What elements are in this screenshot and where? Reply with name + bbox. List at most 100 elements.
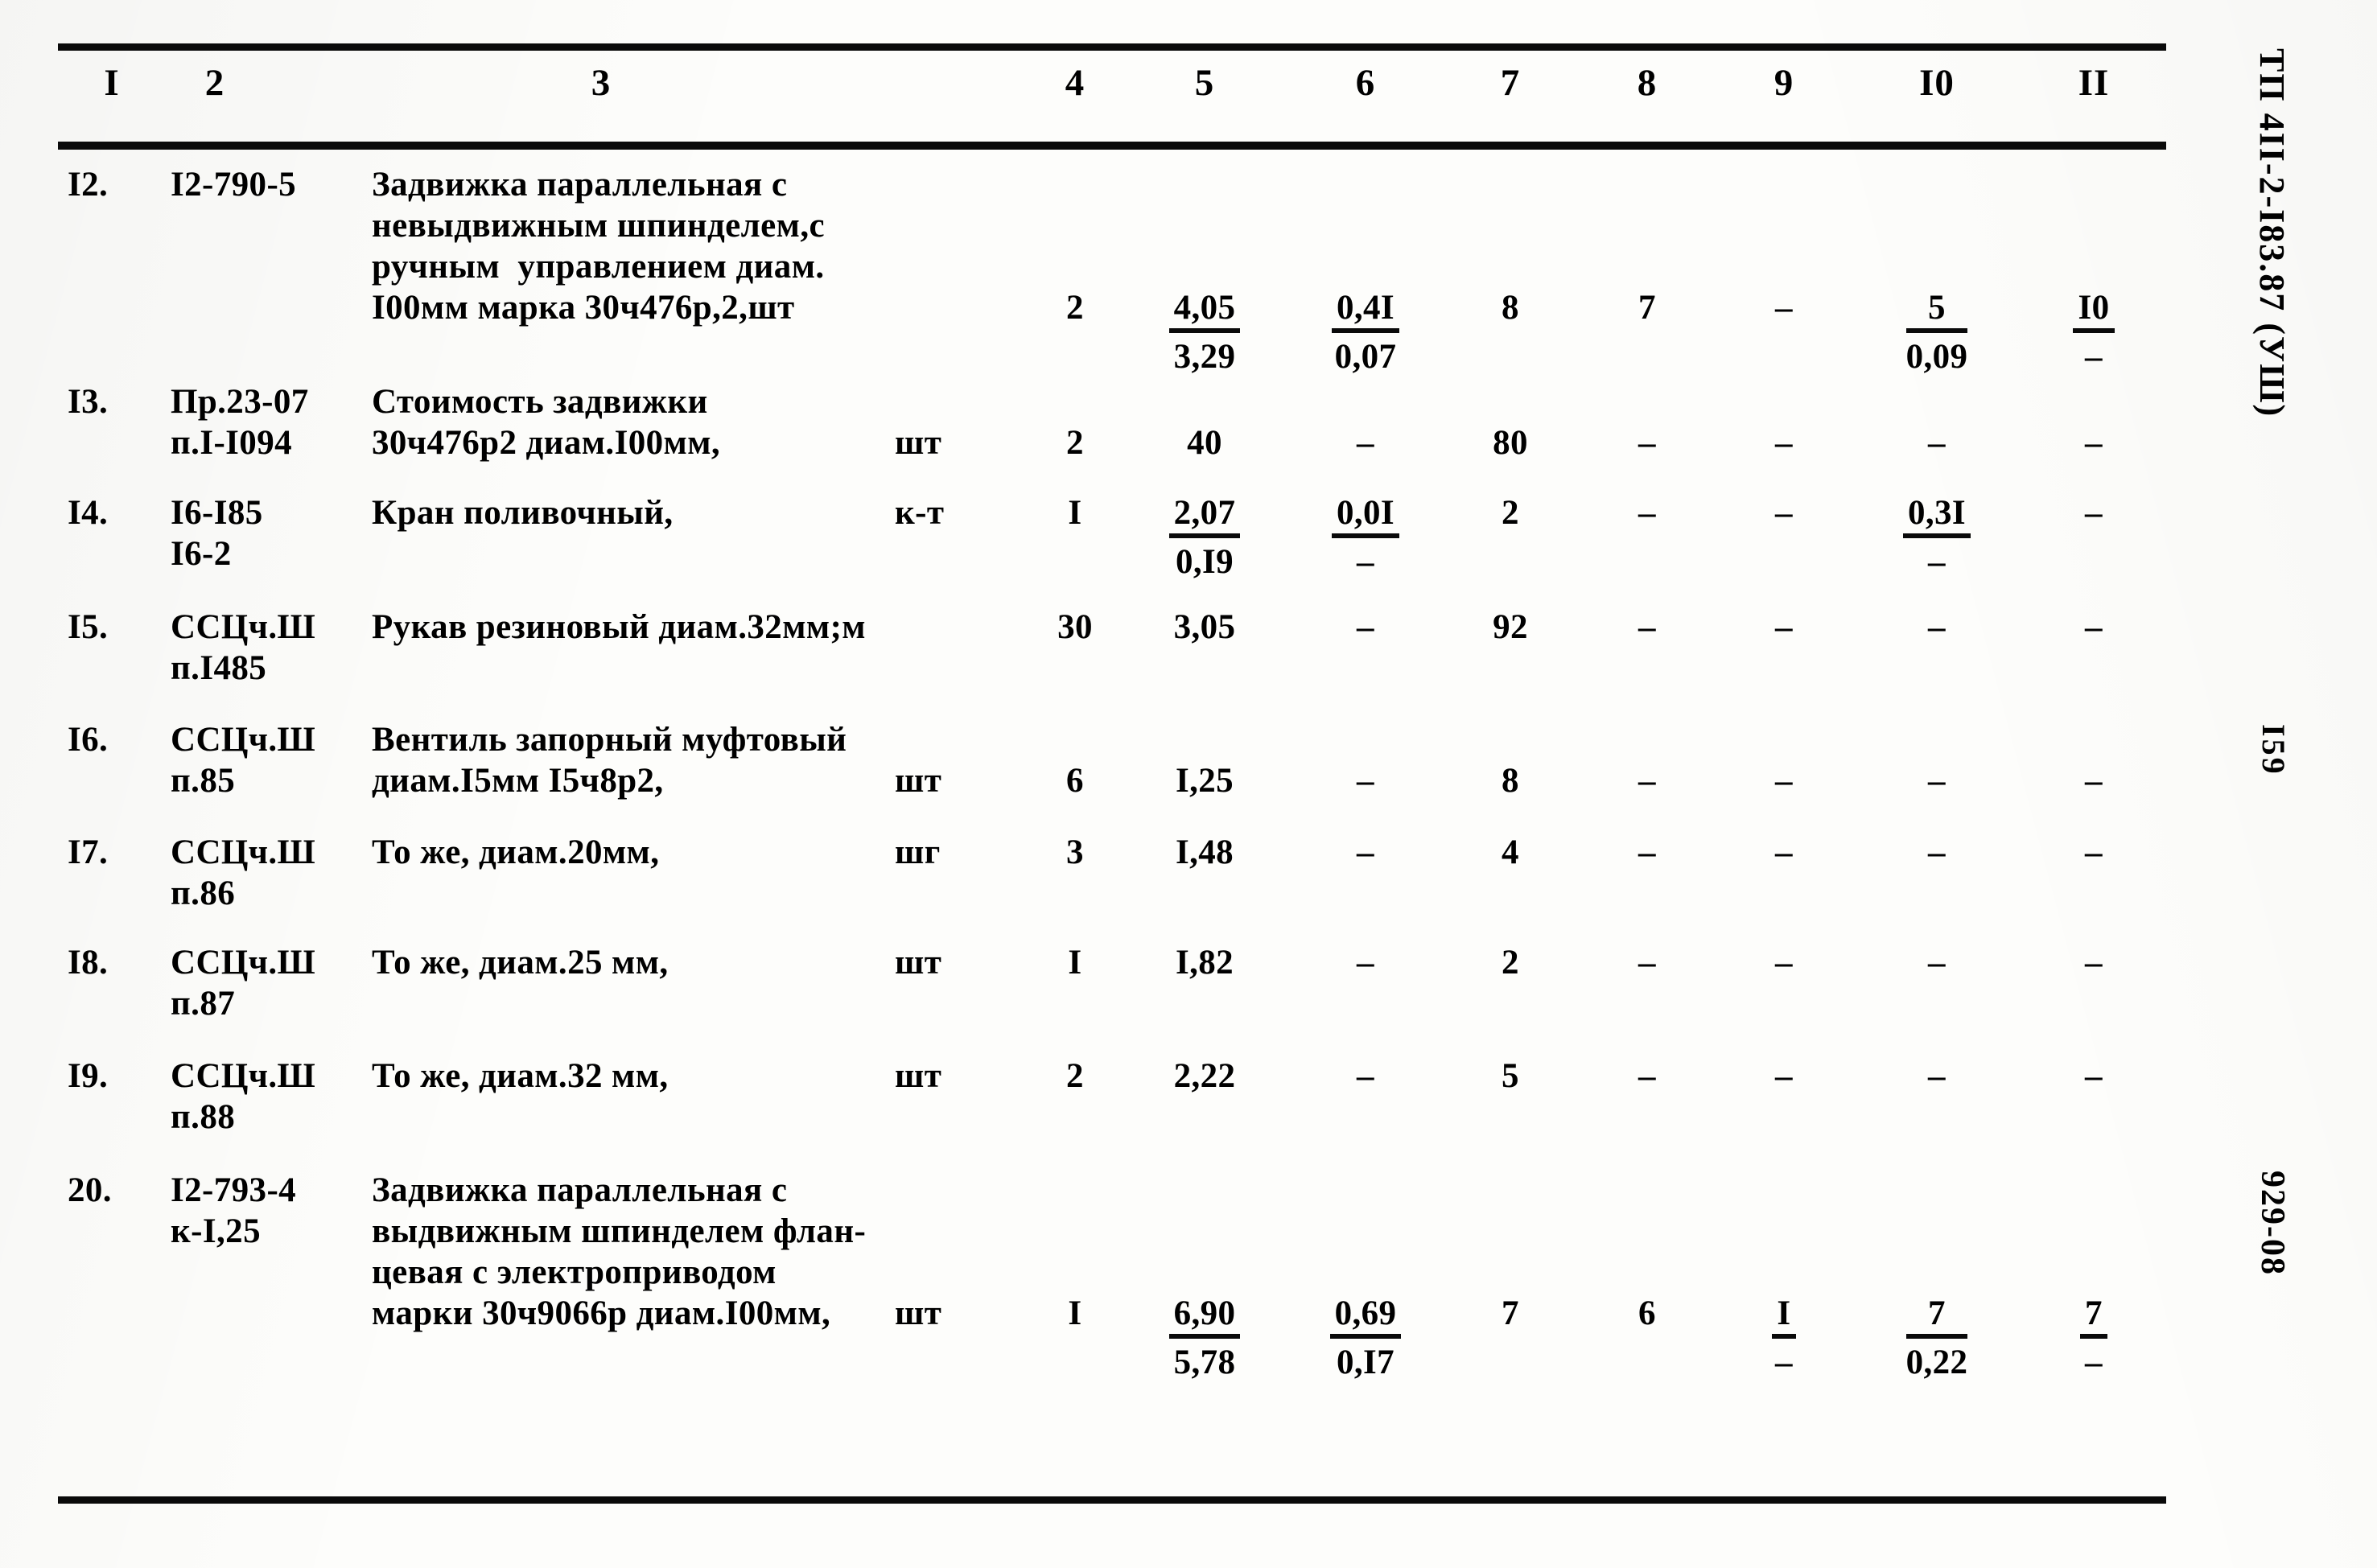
row-unit: шт <box>895 944 942 982</box>
row-col8-value: – <box>1638 1057 1656 1095</box>
row-unit: к-т <box>895 494 945 532</box>
row-col11-value: – <box>2085 944 2103 982</box>
row-col9-value: – <box>1775 608 1793 646</box>
row-col5-value: 3,05 <box>1173 608 1236 646</box>
row-col8-value: – <box>1638 944 1656 982</box>
row-description: Стоимость задвижки 30ч476р2 диам.I00мм, <box>372 383 721 462</box>
row-col6-value: – <box>1357 608 1374 646</box>
row-description: Вентиль запорный муфтовый диам.I5мм I5ч8р… <box>372 721 847 800</box>
row-col8-value: – <box>1638 608 1656 646</box>
table-header-row: I 2 3 4 5 6 7 8 9 I0 II <box>58 64 2166 138</box>
row-unit: шт <box>895 762 942 800</box>
column-header-2: 2 <box>204 62 225 104</box>
row-quantity: I <box>1068 1294 1082 1332</box>
row-unit: шт <box>895 424 942 462</box>
scanned-page: I 2 3 4 5 6 7 8 9 I0 II I2. I2-790-5 Задвижка паралл… <box>0 0 2377 1568</box>
row-quantity: 2 <box>1066 289 1084 327</box>
column-header-5: 5 <box>1194 62 1215 104</box>
row-col7-value: 8 <box>1502 289 1519 327</box>
row-col6-value: 0,69 0,I7 <box>1289 1293 1442 1383</box>
row-col9-value: I – <box>1724 1293 1844 1383</box>
row-unit: шт <box>895 1057 942 1095</box>
row-col9-value: – <box>1775 833 1793 871</box>
row-col10-value: – <box>1928 608 1946 646</box>
row-col5-value: 4,05 3,29 <box>1128 287 1281 377</box>
row-col6-value: – <box>1357 833 1374 871</box>
row-col11-value: – <box>2085 424 2103 462</box>
row-quantity: I <box>1068 494 1082 532</box>
row-code: I2-790-5 <box>171 166 297 204</box>
row-col6-value: – <box>1357 944 1374 982</box>
row-code: Пр.23-07 п.I-I094 <box>171 383 309 462</box>
column-header-I: I <box>104 62 120 104</box>
row-col10-value: – <box>1928 833 1946 871</box>
row-col5-value: I,25 <box>1175 762 1234 800</box>
column-header-7: 7 <box>1500 62 1521 104</box>
row-col5-value: I,48 <box>1175 833 1234 871</box>
row-col5-value: 40 <box>1187 424 1222 462</box>
row-quantity: 30 <box>1057 608 1093 646</box>
row-col9-value: – <box>1775 762 1793 800</box>
row-code: I6-I85 I6-2 <box>171 494 263 573</box>
row-col9-value: – <box>1775 494 1793 532</box>
row-code: ССЦч.Ш п.85 <box>171 721 316 800</box>
row-description: Кран поливочный, <box>372 494 674 532</box>
row-col11-value: – <box>2085 608 2103 646</box>
row-col7-value: 92 <box>1493 608 1528 646</box>
row-description: Рукав резиновый диам.32мм;м <box>372 608 866 646</box>
row-code: ССЦч.Ш п.I485 <box>171 608 316 687</box>
row-number: I2. <box>68 166 109 204</box>
row-col7-value: 2 <box>1502 944 1519 982</box>
row-col11-value: 7– <box>2021 1293 2166 1383</box>
column-header-8: 8 <box>1637 62 1658 104</box>
row-code: ССЦч.Ш п.88 <box>171 1057 316 1136</box>
row-col8-value: – <box>1638 833 1656 871</box>
page-number-margin: I59 <box>2255 724 2292 776</box>
row-col6-value: – <box>1357 762 1374 800</box>
row-col10-value: 0,3I – <box>1860 492 2013 582</box>
row-number: I3. <box>68 383 109 421</box>
row-col10-value: – <box>1928 1057 1946 1095</box>
row-col10-value: 5 0,09 <box>1905 289 1968 376</box>
row-col5-value: 2,07 0,I9 <box>1128 492 1281 582</box>
row-quantity: I <box>1068 944 1082 982</box>
row-quantity: 2 <box>1066 1057 1084 1095</box>
row-code: ССЦч.Ш п.87 <box>171 944 316 1023</box>
row-col11-value: – <box>2085 494 2103 532</box>
row-col8-value: 7 <box>1638 289 1656 327</box>
row-col9-value: – <box>1775 424 1793 462</box>
row-code: ССЦч.Ш п.86 <box>171 833 316 912</box>
row-col10-value: – <box>1928 424 1946 462</box>
row-description: Задвижка параллельная с выдвижным шпиндел… <box>372 1171 867 1332</box>
table-bottom-rule <box>58 1496 2166 1504</box>
cost-table: I 2 3 4 5 6 7 8 9 I0 II I2. I2-790-5 Задвижка паралл… <box>58 43 2166 1508</box>
column-header-9: 9 <box>1773 62 1794 104</box>
row-number: I5. <box>68 608 109 646</box>
column-header-II: II <box>2078 62 2110 104</box>
row-col5-value: 2,22 <box>1173 1057 1236 1095</box>
row-col7-value: 8 <box>1502 762 1519 800</box>
row-number: I9. <box>68 1057 109 1095</box>
column-header-3: 3 <box>591 62 612 104</box>
row-col10-value: – <box>1928 944 1946 982</box>
document-code-margin: ТП 4II-2-I83.87 (УШ) <box>2252 48 2292 418</box>
row-col7-value: 4 <box>1502 833 1519 871</box>
row-number: I6. <box>68 721 109 759</box>
row-col7-value: 7 <box>1502 1294 1519 1332</box>
row-col8-value: 6 <box>1638 1294 1656 1332</box>
row-code: I2-793-4 к-I,25 <box>171 1171 297 1250</box>
row-col9-value: – <box>1775 1057 1793 1095</box>
row-description: Задвижка параллельная с невыдвижным шпинд… <box>372 166 825 327</box>
row-col7-value: 5 <box>1502 1057 1519 1095</box>
row-col11-value: – <box>2085 1057 2103 1095</box>
row-col10-value: 7 0,22 <box>1905 1294 1968 1381</box>
row-col5-value: 6,90 5,78 <box>1128 1293 1281 1383</box>
column-header-6: 6 <box>1355 62 1376 104</box>
row-quantity: 2 <box>1066 424 1084 462</box>
row-col9-value: – <box>1775 289 1793 327</box>
column-header-I0: I0 <box>1919 62 1955 104</box>
row-col7-value: 2 <box>1502 494 1519 532</box>
row-col9-value: – <box>1775 944 1793 982</box>
row-col8-value: – <box>1638 424 1656 462</box>
row-col6-value: 0,0I – <box>1289 492 1442 582</box>
